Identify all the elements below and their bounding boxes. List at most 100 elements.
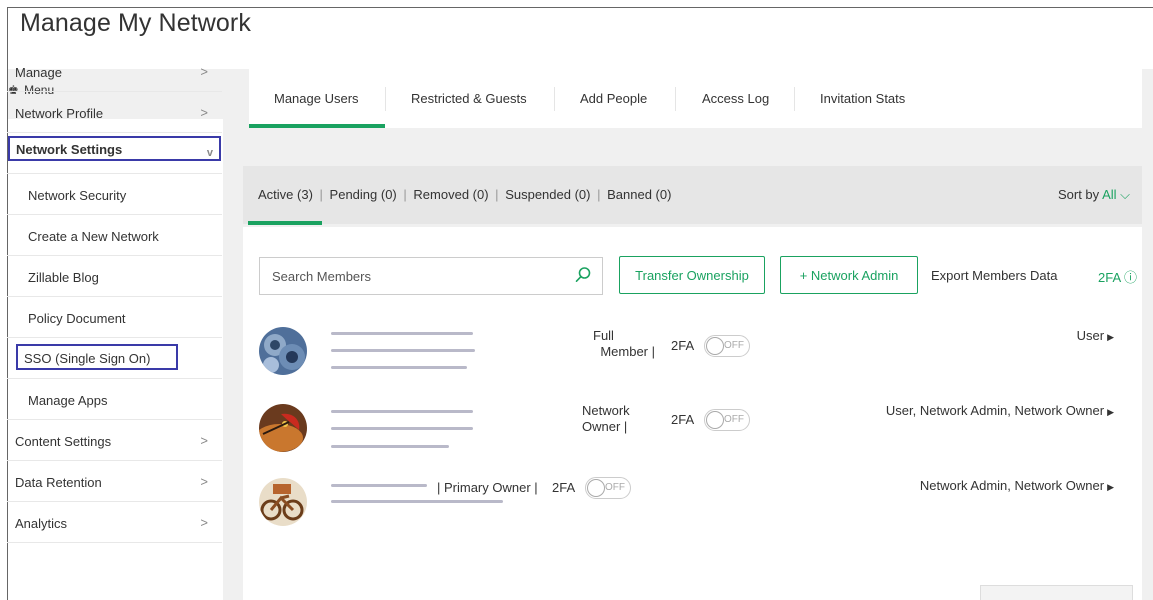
toggle-state: OFF — [605, 482, 625, 493]
filter-pending[interactable]: Pending (0) — [330, 187, 397, 202]
toggle-knob — [706, 337, 724, 355]
sidebar-item-label: Manage — [15, 65, 62, 80]
sidebar-item-sso[interactable]: SSO (Single Sign On) — [7, 338, 222, 379]
avatar[interactable] — [259, 327, 307, 375]
chevron-right-icon: > — [200, 64, 208, 79]
filter-separator: | — [403, 187, 407, 202]
sidebar-item-zillable-blog[interactable]: Zillable Blog — [7, 256, 222, 297]
sidebar-item-manage-apps[interactable]: Manage Apps — [7, 379, 222, 420]
sidebar-item-create-network[interactable]: Create a New Network — [7, 215, 222, 256]
status-filter-bar: Active (3) | Pending (0) | Removed (0) |… — [243, 166, 1142, 225]
twofa-info-link[interactable]: 2FA ⓘ — [1098, 267, 1137, 286]
floating-widget[interactable] — [980, 585, 1133, 600]
sidebar-item-label: Manage Apps — [28, 393, 108, 408]
members-panel: Transfer Ownership + Network Admin Expor… — [243, 227, 1142, 600]
active-filter-indicator — [248, 221, 322, 225]
membership-line: Network — [582, 403, 630, 418]
sidebar-item-label: Network Profile — [15, 106, 104, 121]
membership-line: Member | — [600, 344, 655, 359]
tab-access-log[interactable]: Access Log — [702, 91, 769, 106]
tab-invitation-stats[interactable]: Invitation Stats — [820, 91, 905, 106]
toggle-knob — [587, 479, 605, 497]
membership-line: Owner | — [582, 419, 628, 434]
member-roles[interactable]: User ▶ — [1077, 328, 1114, 343]
search-icon[interactable] — [574, 266, 592, 284]
triangle-right-icon: ▶ — [1107, 482, 1114, 492]
chevron-right-icon: > — [200, 105, 208, 120]
sidebar-item-label: Network Security — [28, 188, 127, 203]
roles-text: Network Admin, Network Owner — [919, 478, 1105, 493]
member-row: | Primary Owner | 2FA OFF Network Admin,… — [243, 475, 1142, 545]
roles-text: User, Network Admin, Network Owner — [885, 403, 1105, 418]
sidebar-item-label: SSO (Single Sign On) — [24, 351, 151, 366]
sidebar-item-network-settings[interactable]: Network Settings v — [7, 133, 222, 174]
filter-banned[interactable]: Banned (0) — [607, 187, 671, 202]
avatar[interactable] — [259, 404, 307, 452]
sidebar-item-analytics[interactable]: Analytics > — [7, 502, 222, 543]
sidebar-item-label: Data Retention — [15, 475, 102, 490]
membership-line: Full — [593, 328, 614, 343]
sidebar-item-content-settings[interactable]: Content Settings > — [7, 420, 222, 461]
sidebar-item-label: Network Settings — [16, 142, 123, 157]
twofa-toggle[interactable]: OFF — [585, 477, 631, 499]
filter-removed[interactable]: Removed (0) — [413, 187, 488, 202]
sort-by-dropdown[interactable]: Sort by All ⌵ — [1058, 187, 1130, 203]
triangle-right-icon: ▶ — [1107, 407, 1114, 417]
page-title: Manage My Network — [20, 9, 251, 37]
member-roles[interactable]: User, Network Admin, Network Owner ▶ — [886, 403, 1114, 418]
sort-label: Sort by — [1057, 187, 1100, 202]
tab-divider — [794, 87, 795, 111]
export-members-link[interactable]: Export Members Data — [931, 268, 1057, 283]
filter-active[interactable]: Active (3) — [258, 187, 313, 202]
sidebar-item-label: Content Settings — [15, 434, 112, 449]
member-row: Network Owner | 2FA OFF User, Network Ad… — [243, 402, 1142, 472]
highlight-box: Network Settings v — [8, 136, 221, 161]
add-network-admin-button[interactable]: + Network Admin — [780, 256, 918, 294]
sidebar-item-data-retention[interactable]: Data Retention > — [7, 461, 222, 502]
sidebar-item-policy-document[interactable]: Policy Document — [7, 297, 222, 338]
member-row: Full Member | 2FA OFF User ▶ — [243, 324, 1142, 394]
sidebar-item-manage[interactable]: Manage > — [7, 51, 222, 92]
sidebar-item-label: Zillable Blog — [28, 270, 99, 285]
tab-restricted-guests[interactable]: Restricted & Guests — [411, 91, 527, 106]
membership-type: Full Member | — [579, 328, 655, 360]
filter-suspended[interactable]: Suspended (0) — [505, 187, 590, 202]
sidebar-item-network-security[interactable]: Network Security — [7, 174, 222, 215]
filter-separator: | — [495, 187, 499, 202]
transfer-ownership-button[interactable]: Transfer Ownership — [619, 256, 765, 294]
redacted-email — [331, 500, 503, 503]
toggle-knob — [706, 411, 724, 429]
chevron-right-icon: > — [200, 433, 208, 448]
sort-value: All — [1102, 187, 1117, 202]
avatar[interactable] — [259, 478, 307, 526]
status-filters: Active (3) | Pending (0) | Removed (0) |… — [258, 187, 671, 202]
redacted-name — [331, 410, 473, 413]
chevron-right-icon: > — [200, 515, 208, 530]
sidebar-item-label: Policy Document — [28, 311, 126, 326]
membership-type: Network Owner | — [579, 403, 655, 435]
chevron-down-icon: ⌵ — [1120, 187, 1130, 202]
tab-manage-users[interactable]: Manage Users — [274, 91, 359, 106]
redacted-name — [331, 484, 427, 487]
tab-add-people[interactable]: Add People — [580, 91, 647, 106]
roles-text: User — [1076, 328, 1105, 343]
membership-type: | Primary Owner | — [437, 480, 538, 495]
tab-bar: Manage Users Restricted & Guests Add Peo… — [249, 69, 1142, 128]
redacted-email — [331, 427, 473, 430]
redacted-email — [331, 366, 467, 369]
toggle-state: OFF — [724, 414, 744, 425]
chevron-down-icon: v — [206, 147, 213, 159]
twofa-label: 2FA — [552, 480, 576, 495]
sidebar-item-label: Analytics — [15, 516, 68, 531]
search-input[interactable] — [260, 258, 560, 294]
tab-divider — [554, 87, 555, 111]
tab-divider — [675, 87, 676, 111]
toggle-state: OFF — [724, 340, 744, 351]
sidebar-item-network-profile[interactable]: Network Profile > — [7, 92, 222, 133]
twofa-toggle[interactable]: OFF — [704, 335, 750, 357]
member-roles[interactable]: Network Admin, Network Owner ▶ — [920, 478, 1114, 493]
filter-separator: | — [597, 187, 601, 202]
twofa-toggle[interactable]: OFF — [704, 409, 750, 431]
active-tab-indicator — [249, 124, 385, 128]
tab-divider — [385, 87, 386, 111]
